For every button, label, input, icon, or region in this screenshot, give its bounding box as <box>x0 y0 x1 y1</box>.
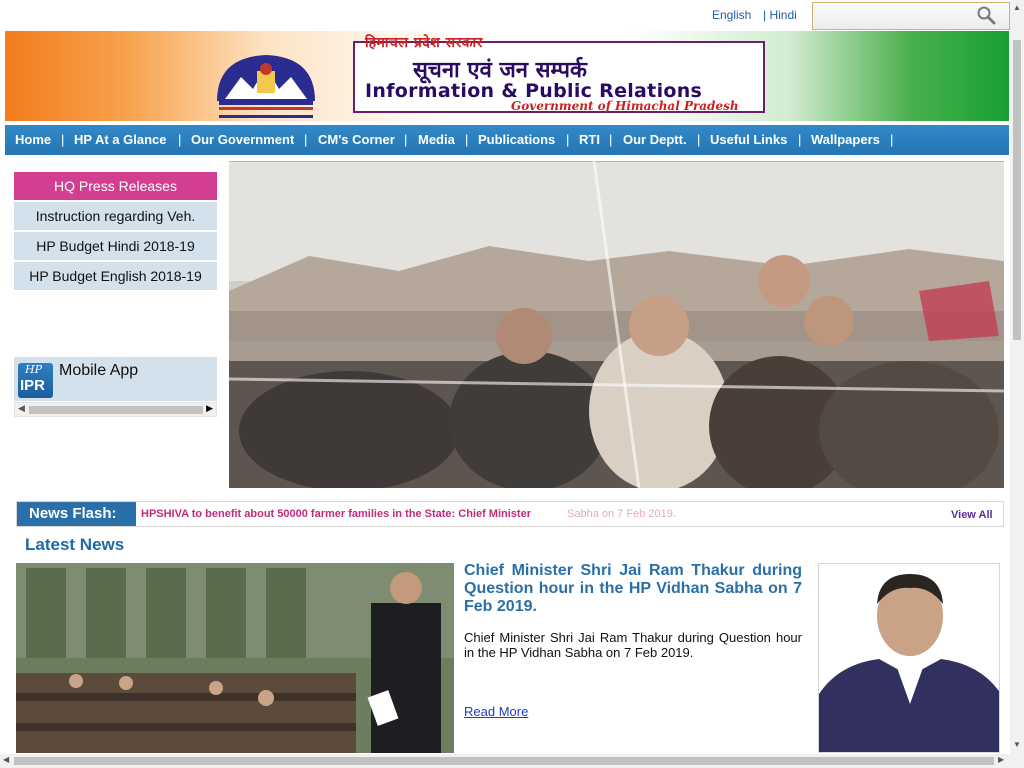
news-flash-label: News Flash: <box>17 502 136 526</box>
page-horizontal-scrollbar[interactable]: ◀ ▶ <box>0 754 1024 768</box>
read-more-link[interactable]: Read More <box>464 704 528 719</box>
main-navigation: Home | HP At a Glance | Our Government |… <box>5 125 1009 155</box>
nav-item-cms-corner[interactable]: CM's Corner <box>318 132 395 147</box>
horizontal-scrollbar-thumb[interactable] <box>14 757 994 765</box>
latest-news-photo[interactable] <box>16 563 454 753</box>
nav-item-wallpapers[interactable]: Wallpapers <box>811 132 880 147</box>
latest-news-heading: Latest News <box>25 535 125 554</box>
view-all-link[interactable]: View All <box>951 509 993 521</box>
nav-separator: | <box>798 132 802 147</box>
scroll-down-arrow-icon[interactable]: ▼ <box>1013 740 1021 749</box>
nav-separator: | <box>566 132 570 147</box>
news-flash-ticker-previous[interactable]: Sabha on 7 Feb 2019. <box>567 508 676 520</box>
nav-item-useful-links[interactable]: Useful Links <box>710 132 787 147</box>
sidebar-horizontal-scrollbar[interactable]: ◀ ▶ <box>14 402 217 417</box>
nav-item-rti[interactable]: RTI <box>579 132 600 147</box>
app-icon-hp-text: HP <box>25 363 42 376</box>
nav-item-hp-at-a-glance[interactable]: HP At a Glance <box>74 132 166 147</box>
search-input[interactable] <box>817 7 967 25</box>
mobile-app-link[interactable]: HP IPR Mobile App <box>14 357 217 401</box>
scrollbar-thumb[interactable] <box>29 406 203 414</box>
app-icon-ipr-text: IPR <box>20 377 46 394</box>
nav-item-our-government[interactable]: Our Government <box>191 132 294 147</box>
hero-slideshow-image[interactable] <box>229 161 1004 488</box>
nav-separator: | <box>890 132 894 147</box>
top-bar: English | Hindi <box>0 0 1010 31</box>
nav-item-our-deptt[interactable]: Our Deptt. <box>623 132 687 147</box>
sidebar-item-budget-english[interactable]: HP Budget English 2018-19 <box>14 262 217 290</box>
page-vertical-scrollbar[interactable]: ▲ ▼ <box>1010 0 1024 768</box>
nav-item-publications[interactable]: Publications <box>478 132 555 147</box>
news-flash-bar: News Flash: HPSHIVA to benefit about 500… <box>16 501 1004 527</box>
government-subtitle: Government of Himachal Pradesh <box>511 99 739 113</box>
chief-minister-photo[interactable] <box>818 563 1000 753</box>
scroll-right-arrow-icon[interactable]: ▶ <box>206 403 213 414</box>
assembly-photo <box>16 563 454 753</box>
hindi-state-title: हिमाचल प्रदेश सरकार <box>365 35 483 51</box>
nav-item-media[interactable]: Media <box>418 132 455 147</box>
latest-news-headline[interactable]: Chief Minister Shri Jai Ram Thakur durin… <box>464 562 802 616</box>
nav-separator: | <box>404 132 408 147</box>
nav-separator: | <box>304 132 308 147</box>
nav-separator: | <box>609 132 613 147</box>
nav-separator: | <box>465 132 469 147</box>
sidebar-item-instruction-veh[interactable]: Instruction regarding Veh. <box>14 202 217 230</box>
ipr-app-icon: HP IPR <box>18 363 53 398</box>
scroll-left-arrow-icon[interactable]: ◀ <box>18 403 25 414</box>
rally-photo <box>229 161 1004 488</box>
page-scroll-right-arrow-icon[interactable]: ▶ <box>998 755 1004 764</box>
vertical-scrollbar-thumb[interactable] <box>1013 40 1021 340</box>
cm-portrait <box>819 564 999 752</box>
latest-news-summary: Chief Minister Shri Jai Ram Thakur durin… <box>464 630 802 660</box>
site-banner: हिमाचल प्रदेश सरकार सूचना एवं जन सम्पर्क… <box>5 31 1009 121</box>
search-icon[interactable] <box>976 5 996 25</box>
scroll-up-arrow-icon[interactable]: ▲ <box>1013 3 1021 12</box>
nav-item-home[interactable]: Home <box>15 132 51 147</box>
nav-separator: | <box>697 132 701 147</box>
nav-separator: | <box>61 132 65 147</box>
language-english-link[interactable]: English <box>712 8 751 22</box>
sidebar-item-hq-press-releases[interactable]: HQ Press Releases <box>14 172 217 200</box>
himachal-emblem-logo[interactable] <box>211 49 321 121</box>
news-flash-ticker[interactable]: HPSHIVA to benefit about 50000 farmer fa… <box>141 508 531 520</box>
sidebar-item-budget-hindi[interactable]: HP Budget Hindi 2018-19 <box>14 232 217 260</box>
language-hindi-link[interactable]: | Hindi <box>763 8 797 22</box>
page-scroll-left-arrow-icon[interactable]: ◀ <box>3 755 9 764</box>
nav-separator: | <box>178 132 182 147</box>
mobile-app-label: Mobile App <box>59 362 139 379</box>
